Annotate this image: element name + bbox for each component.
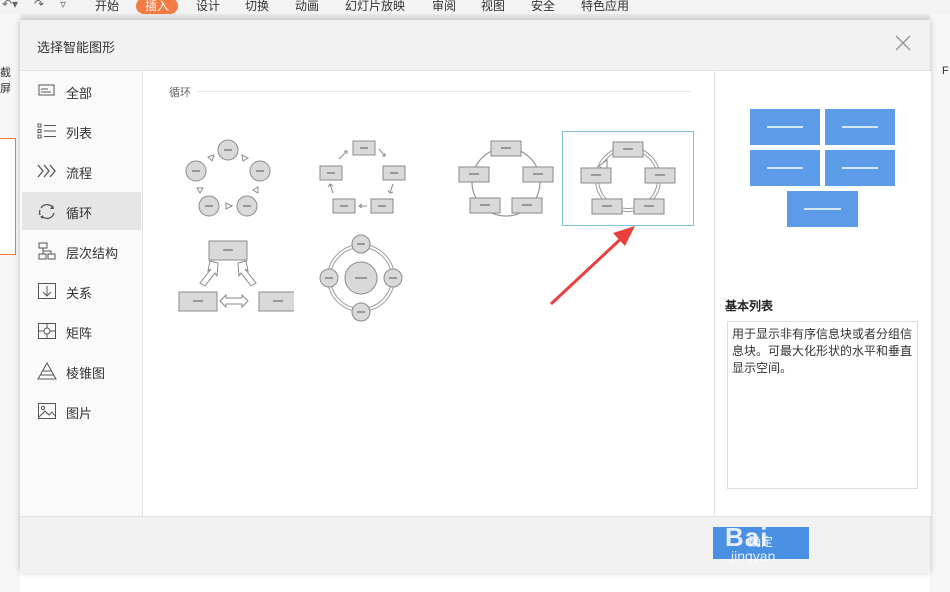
process-icon: [37, 164, 56, 178]
hierarchy-icon: [38, 242, 56, 260]
sidebar-item-label: 图片: [66, 406, 93, 421]
sidebar-item-label: 层次结构: [66, 246, 119, 261]
undo-icon[interactable]: ↶▾: [2, 0, 18, 11]
sidebar-item-all[interactable]: 全部: [22, 72, 141, 110]
preview-panel: 基本列表 用于显示非有序信息块或者分组信息块。可最大化形状的水平和垂直显示空间。: [714, 71, 931, 516]
ribbon-tab-active[interactable]: 插入: [136, 0, 179, 14]
ribbon-bar: ↶▾ ↷ ▿ 开始 插入 设计 切换 动画 幻灯片放映 审阅 视图 安全 特色应…: [0, 0, 950, 14]
sidebar-item-cycle[interactable]: 循环: [22, 192, 141, 230]
ribbon-tab[interactable]: 安全: [531, 0, 555, 14]
all-icon: [38, 84, 55, 96]
ribbon-tab[interactable]: 开始: [95, 0, 119, 14]
sidebar-item-relationship[interactable]: 关系: [22, 272, 141, 310]
sidebar-item-label: 循环: [66, 206, 93, 221]
preview-graphic: [750, 109, 895, 227]
chevron-down-icon[interactable]: ▿: [60, 0, 66, 11]
dialog-title: 选择智能图形: [37, 40, 116, 55]
pyramid-icon: [37, 362, 57, 380]
slide-canvas: [20, 572, 930, 592]
smartart-dialog: 选择智能图形 全部 列表 流程 循环 层次结构 关系 矩阵 棱锥图 图片 循环 …: [20, 20, 931, 573]
relationship-icon: [38, 283, 56, 299]
sidebar-item-hierarchy[interactable]: 层次结构: [22, 232, 141, 270]
right-panel-label[interactable]: F: [942, 65, 949, 77]
screenshot-label[interactable]: 截屏: [0, 64, 20, 96]
list-icon: [37, 123, 56, 139]
ribbon-tab[interactable]: 设计: [196, 0, 220, 14]
ribbon-tab[interactable]: 幻灯片放映: [345, 0, 405, 14]
sidebar-item-label: 列表: [66, 126, 93, 141]
dialog-footer: 确定: [20, 516, 930, 573]
ribbon-tab[interactable]: 视图: [481, 0, 505, 14]
sidebar-item-label: 流程: [66, 166, 93, 181]
sidebar-item-list[interactable]: 列表: [22, 112, 141, 150]
close-icon[interactable]: [892, 32, 914, 54]
matrix-icon: [38, 323, 56, 339]
annotation-arrow-icon: [549, 226, 635, 306]
ribbon-tab[interactable]: 动画: [295, 0, 319, 14]
sidebar-item-label: 全部: [66, 86, 93, 101]
sidebar-item-picture[interactable]: 图片: [22, 392, 141, 430]
sidebar-item-label: 矩阵: [66, 326, 93, 341]
sidebar-item-process[interactable]: 流程: [22, 152, 141, 190]
right-panel: F: [930, 14, 950, 592]
ribbon-tab[interactable]: 审阅: [432, 0, 456, 14]
cycle-icon: [38, 204, 55, 220]
redo-icon[interactable]: ↷: [34, 0, 44, 11]
ribbon-tab[interactable]: 特色应用: [581, 0, 629, 14]
sidebar-item-pyramid[interactable]: 棱锥图: [22, 352, 141, 390]
preview-title: 基本列表: [725, 299, 774, 313]
preview-description: 用于显示非有序信息块或者分组信息块。可最大化形状的水平和垂直显示空间。: [727, 321, 918, 489]
slide-thumbnail[interactable]: [0, 138, 16, 255]
dialog-titlebar: 选择智能图形: [20, 20, 930, 71]
sidebar-item-label: 棱锥图: [66, 366, 106, 381]
ribbon-tab[interactable]: 切换: [245, 0, 269, 14]
picture-icon: [38, 403, 56, 419]
slide-panel: 截屏: [0, 14, 20, 592]
graphic-gallery: 循环: [143, 71, 713, 516]
watermark-subtext: jingyan: [731, 548, 776, 564]
sidebar-item-label: 关系: [66, 286, 93, 301]
sidebar-item-matrix[interactable]: 矩阵: [22, 312, 141, 350]
category-sidebar: 全部 列表 流程 循环 层次结构 关系 矩阵 棱锥图 图片: [20, 71, 143, 516]
